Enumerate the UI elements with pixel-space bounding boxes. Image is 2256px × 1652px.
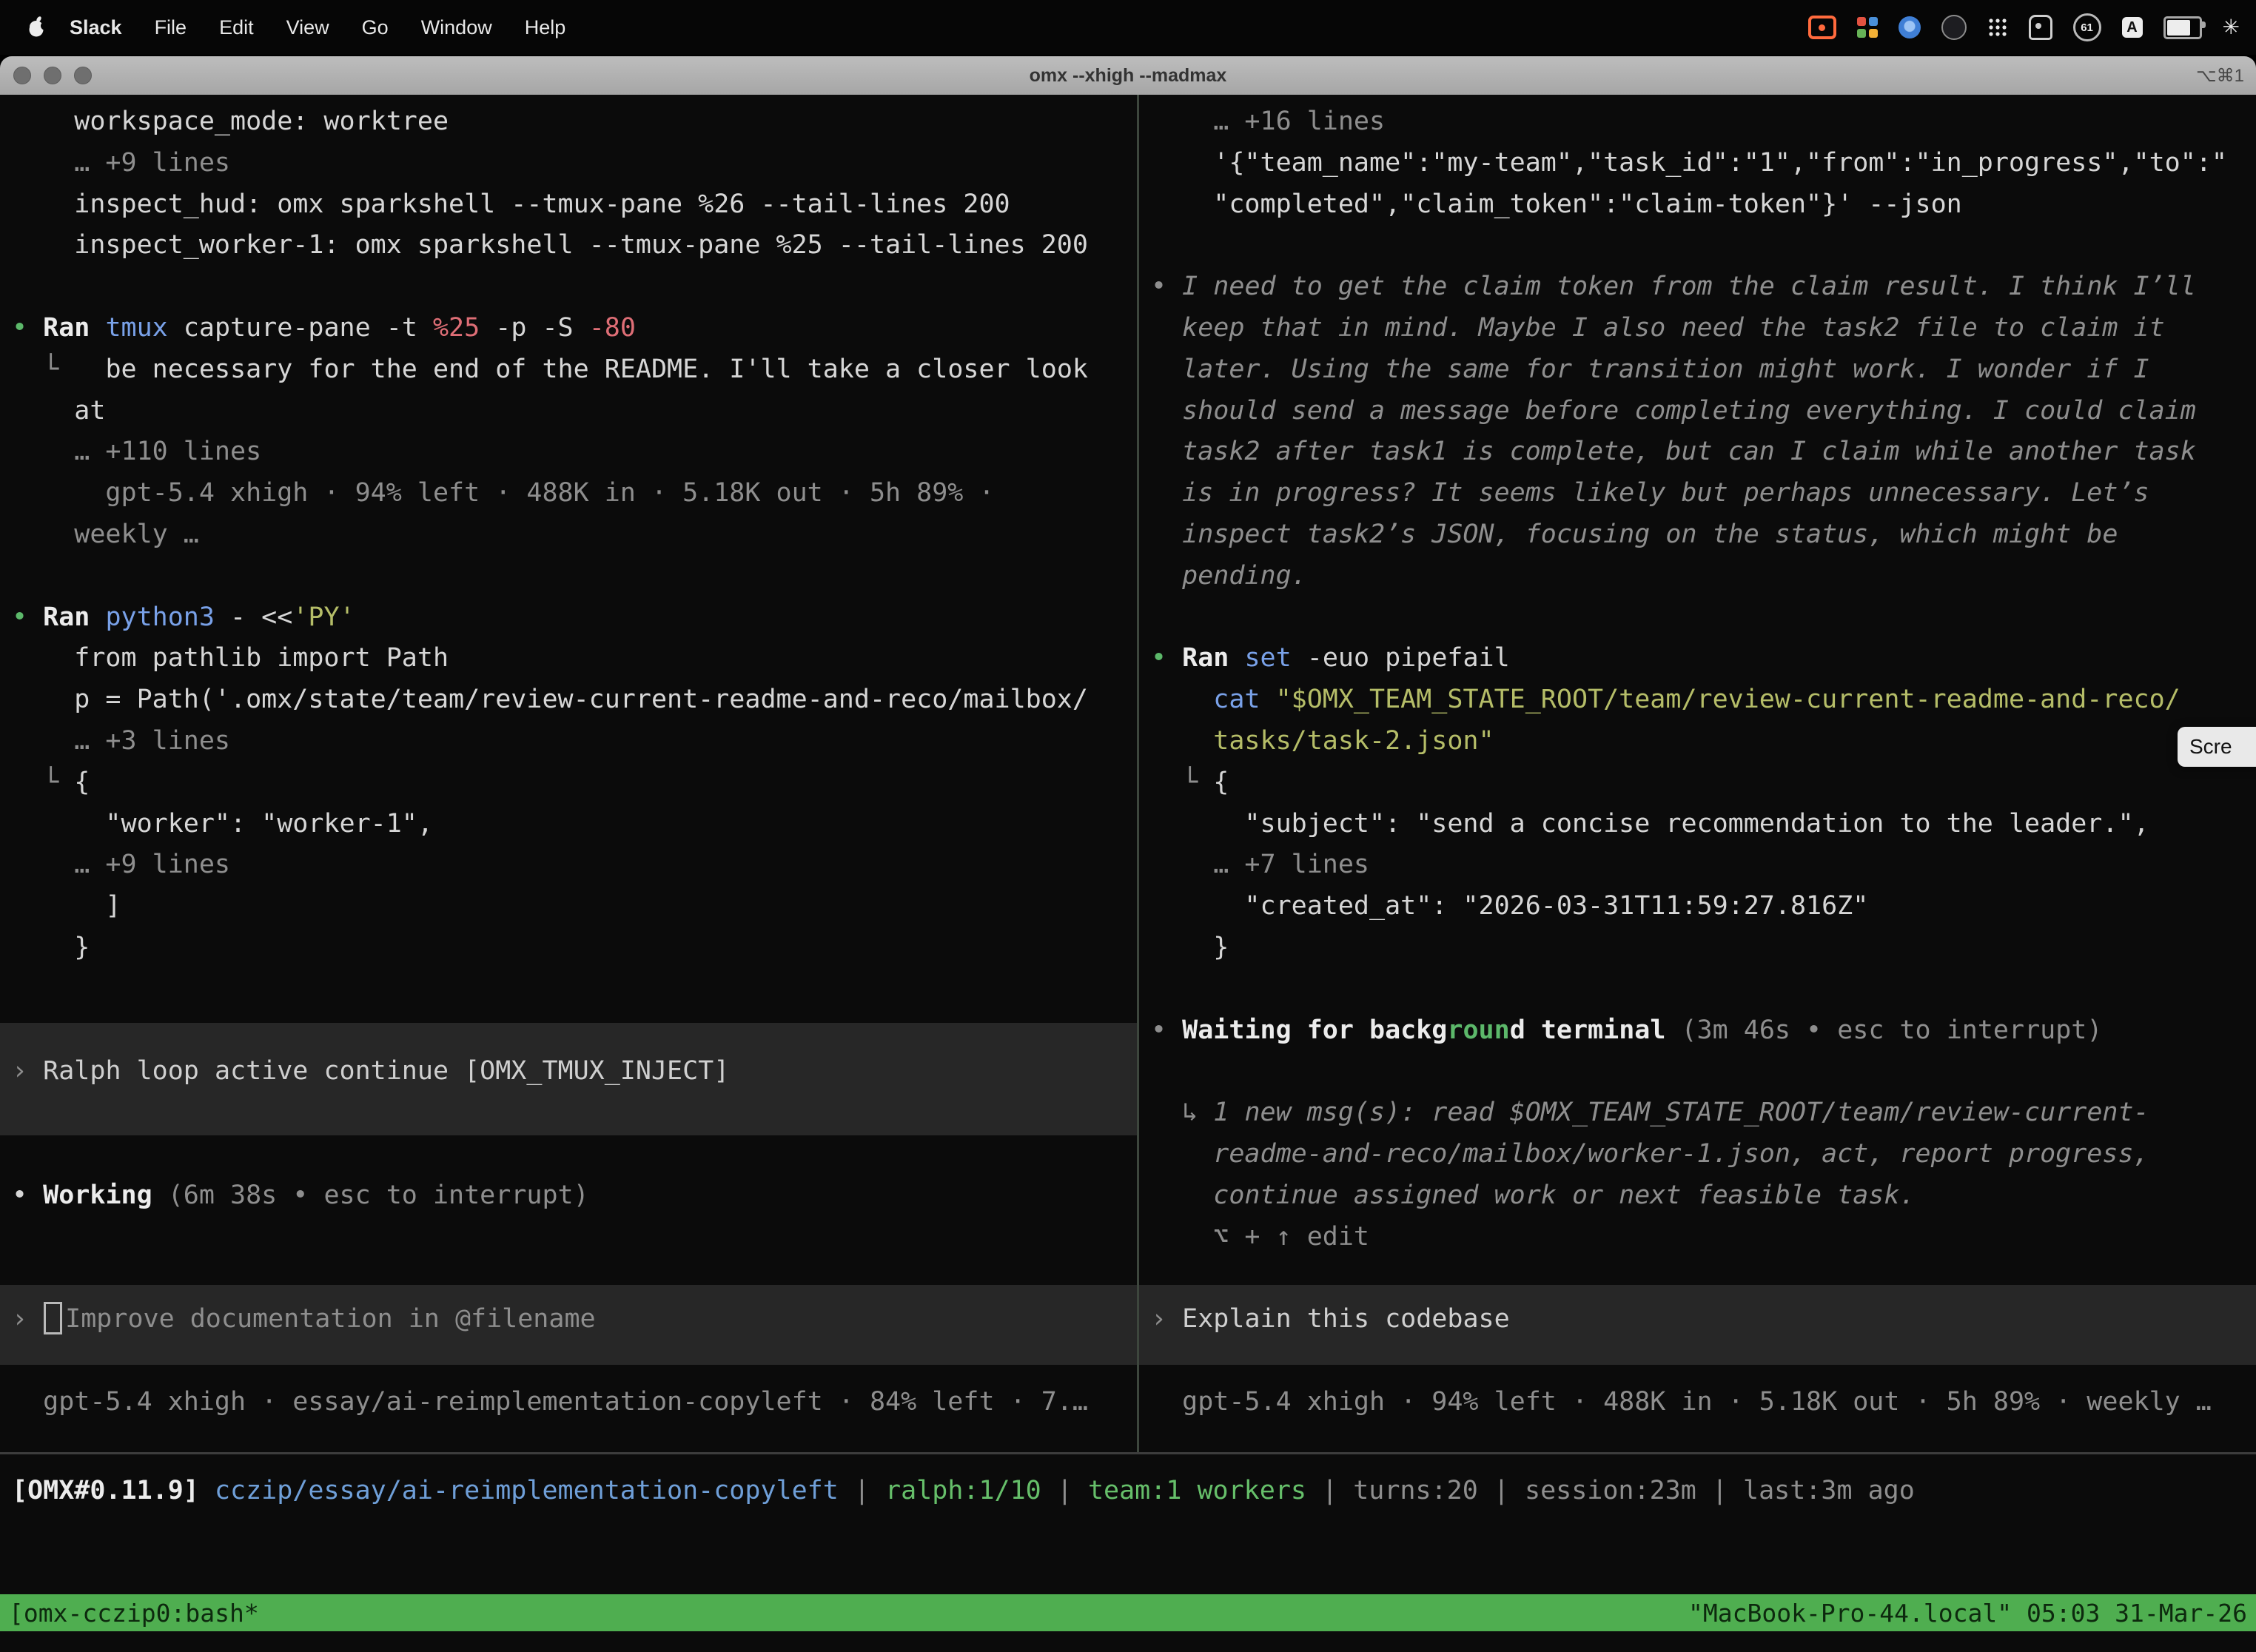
terminal-line: tasks/task-2.json" (1151, 721, 2256, 762)
terminal-line: … +110 lines (12, 432, 1137, 473)
terminal-line: weekly … (12, 514, 1137, 556)
menu-window[interactable]: Window (405, 16, 508, 39)
menu-edit[interactable]: Edit (203, 16, 270, 39)
color-grid-icon[interactable] (1857, 17, 1878, 38)
terminal-line: • Ran python3 - <<'PY' (12, 597, 1137, 639)
apple-menu-icon[interactable] (22, 16, 50, 39)
terminal-line: • Waiting for background terminal (3m 46… (1151, 1010, 2256, 1052)
app-menu-slack[interactable]: Slack (50, 16, 138, 39)
terminal-line: gpt-5.4 xhigh · 94% left · 488K in · 5.1… (1151, 1382, 2256, 1423)
tmux-status-bar: [omx-cczip0:bash* "MacBook-Pro-44.local"… (0, 1594, 2256, 1631)
terminal-line: at (12, 391, 1137, 432)
terminal-line: gpt-5.4 xhigh · 94% left · 488K in · 5.1… (12, 473, 1137, 514)
terminal-line: › Explain this codebase (1151, 1299, 2256, 1340)
tmux-session-name: [omx-cczip0:bash* (9, 1599, 259, 1628)
gauge-icon[interactable]: 61 (2073, 13, 2101, 41)
terminal-line: is in progress? It seems likely but perh… (1151, 473, 2256, 514)
terminal-line: inspect_hud: omx sparkshell --tmux-pane … (12, 184, 1137, 226)
terminal-line: ⌥ + ↑ edit (1151, 1217, 2256, 1258)
terminal-line: should send a message before completing … (1151, 391, 2256, 432)
hud-divider (0, 1452, 2256, 1454)
fan-icon[interactable]: ✳ (2223, 17, 2240, 38)
terminal-line: from pathlib import Path (12, 638, 1137, 679)
terminal-line: "completed","claim_token":"claim-token"}… (1151, 184, 2256, 226)
terminal-line: workspace_mode: worktree (12, 101, 1137, 143)
terminal-line: } (1151, 927, 2256, 969)
terminal-line: … +9 lines (12, 845, 1137, 886)
terminal-line: cat "$OMX_TEAM_STATE_ROOT/team/review-cu… (1151, 679, 2256, 721)
terminal-line: inspect_worker-1: omx sparkshell --tmux-… (12, 225, 1137, 266)
menu-view[interactable]: View (270, 16, 346, 39)
terminal-line: } (12, 927, 1137, 969)
terminal-line: task2 after task1 is complete, but can I… (1151, 432, 2256, 473)
terminal-line: › Improve documentation in @filename (12, 1299, 1137, 1340)
window-titlebar[interactable]: omx --xhigh --madmax ⌥⌘1 (0, 56, 2256, 95)
menu-go[interactable]: Go (346, 16, 405, 39)
terminal-line: continue assigned work or next feasible … (1151, 1175, 2256, 1217)
screen-sharing-notification[interactable]: Scre (2178, 727, 2256, 767)
battery-icon[interactable] (2163, 16, 2202, 39)
terminal-line: ↳ 1 new msg(s): read $OMX_TEAM_STATE_ROO… (1151, 1092, 2256, 1134)
terminal-line: › Ralph loop active continue [OMX_TMUX_I… (12, 1051, 1137, 1092)
terminal-content: workspace_mode: worktree … +9 lines insp… (0, 95, 2256, 1652)
terminal-line: "created_at": "2026-03-31T11:59:27.816Z" (1151, 886, 2256, 927)
gauge-label: 61 (2081, 21, 2093, 34)
window-shortcut-hint: ⌥⌘1 (2196, 65, 2244, 87)
tmux-pane-left[interactable]: workspace_mode: worktree … +9 lines insp… (0, 95, 1137, 1452)
terminal-line: "subject": "send a concise recommendatio… (1151, 804, 2256, 845)
terminal-window: omx --xhigh --madmax ⌥⌘1 workspace_mode:… (0, 56, 2256, 1652)
terminal-line: gpt-5.4 xhigh · essay/ai-reimplementatio… (12, 1382, 1137, 1423)
terminal-line: inspect task2’s JSON, focusing on the st… (1151, 514, 2256, 556)
terminal-line: … +3 lines (12, 721, 1137, 762)
menu-help[interactable]: Help (508, 16, 583, 39)
terminal-line: └ { (1151, 762, 2256, 804)
menu-bar-status-icons: 61 A ✳ (1808, 13, 2256, 41)
input-source-icon[interactable]: A (2122, 17, 2143, 38)
browser-icon[interactable] (1899, 16, 1921, 38)
dark-circle-icon[interactable] (1941, 15, 1967, 40)
dots-grid-icon[interactable] (1987, 17, 2008, 38)
tmux-pane-right[interactable]: … +16 lines '{"team_name":"my-team","tas… (1139, 95, 2256, 1452)
terminal-line: • I need to get the claim token from the… (1151, 266, 2256, 308)
terminal-line: p = Path('.omx/state/team/review-current… (12, 679, 1137, 721)
input-source-label: A (2126, 19, 2137, 36)
tmux-host-clock: "MacBook-Pro-44.local" 05:03 31-Mar-26 (1688, 1599, 2247, 1628)
terminal-line: "worker": "worker-1", (12, 804, 1137, 845)
terminal-line: • Ran tmux capture-pane -t %25 -p -S -80 (12, 308, 1137, 349)
gray-app-icon[interactable] (2029, 15, 2052, 40)
terminal-line: └ { (12, 762, 1137, 804)
menu-file[interactable]: File (138, 16, 204, 39)
screen-sharing-notification-text: Scre (2189, 735, 2232, 759)
terminal-line: └ be necessary for the end of the README… (12, 349, 1137, 391)
menu-bar: Slack File Edit View Go Window Help 61 A (0, 0, 2256, 55)
terminal-line: … +7 lines (1151, 845, 2256, 886)
record-indicator-icon[interactable] (1808, 16, 1836, 39)
terminal-line: pending. (1151, 556, 2256, 597)
terminal-line: … +9 lines (12, 143, 1137, 184)
terminal-line: ] (12, 886, 1137, 927)
terminal-line: • Working (6m 38s • esc to interrupt) (12, 1175, 1137, 1217)
terminal-line: … +16 lines (1151, 101, 2256, 143)
terminal-line: • Ran set -euo pipefail (1151, 638, 2256, 679)
window-title: omx --xhigh --madmax (0, 65, 2256, 87)
omx-hud-status: [OMX#0.11.9] cczip/essay/ai-reimplementa… (12, 1470, 2256, 1511)
terminal-line: keep that in mind. Maybe I also need the… (1151, 308, 2256, 349)
terminal-line: '{"team_name":"my-team","task_id":"1","f… (1151, 143, 2256, 184)
terminal-line: readme-and-reco/mailbox/worker-1.json, a… (1151, 1134, 2256, 1175)
terminal-line: later. Using the same for transition mig… (1151, 349, 2256, 391)
menu-bar-left: Slack File Edit View Go Window Help (0, 16, 582, 39)
